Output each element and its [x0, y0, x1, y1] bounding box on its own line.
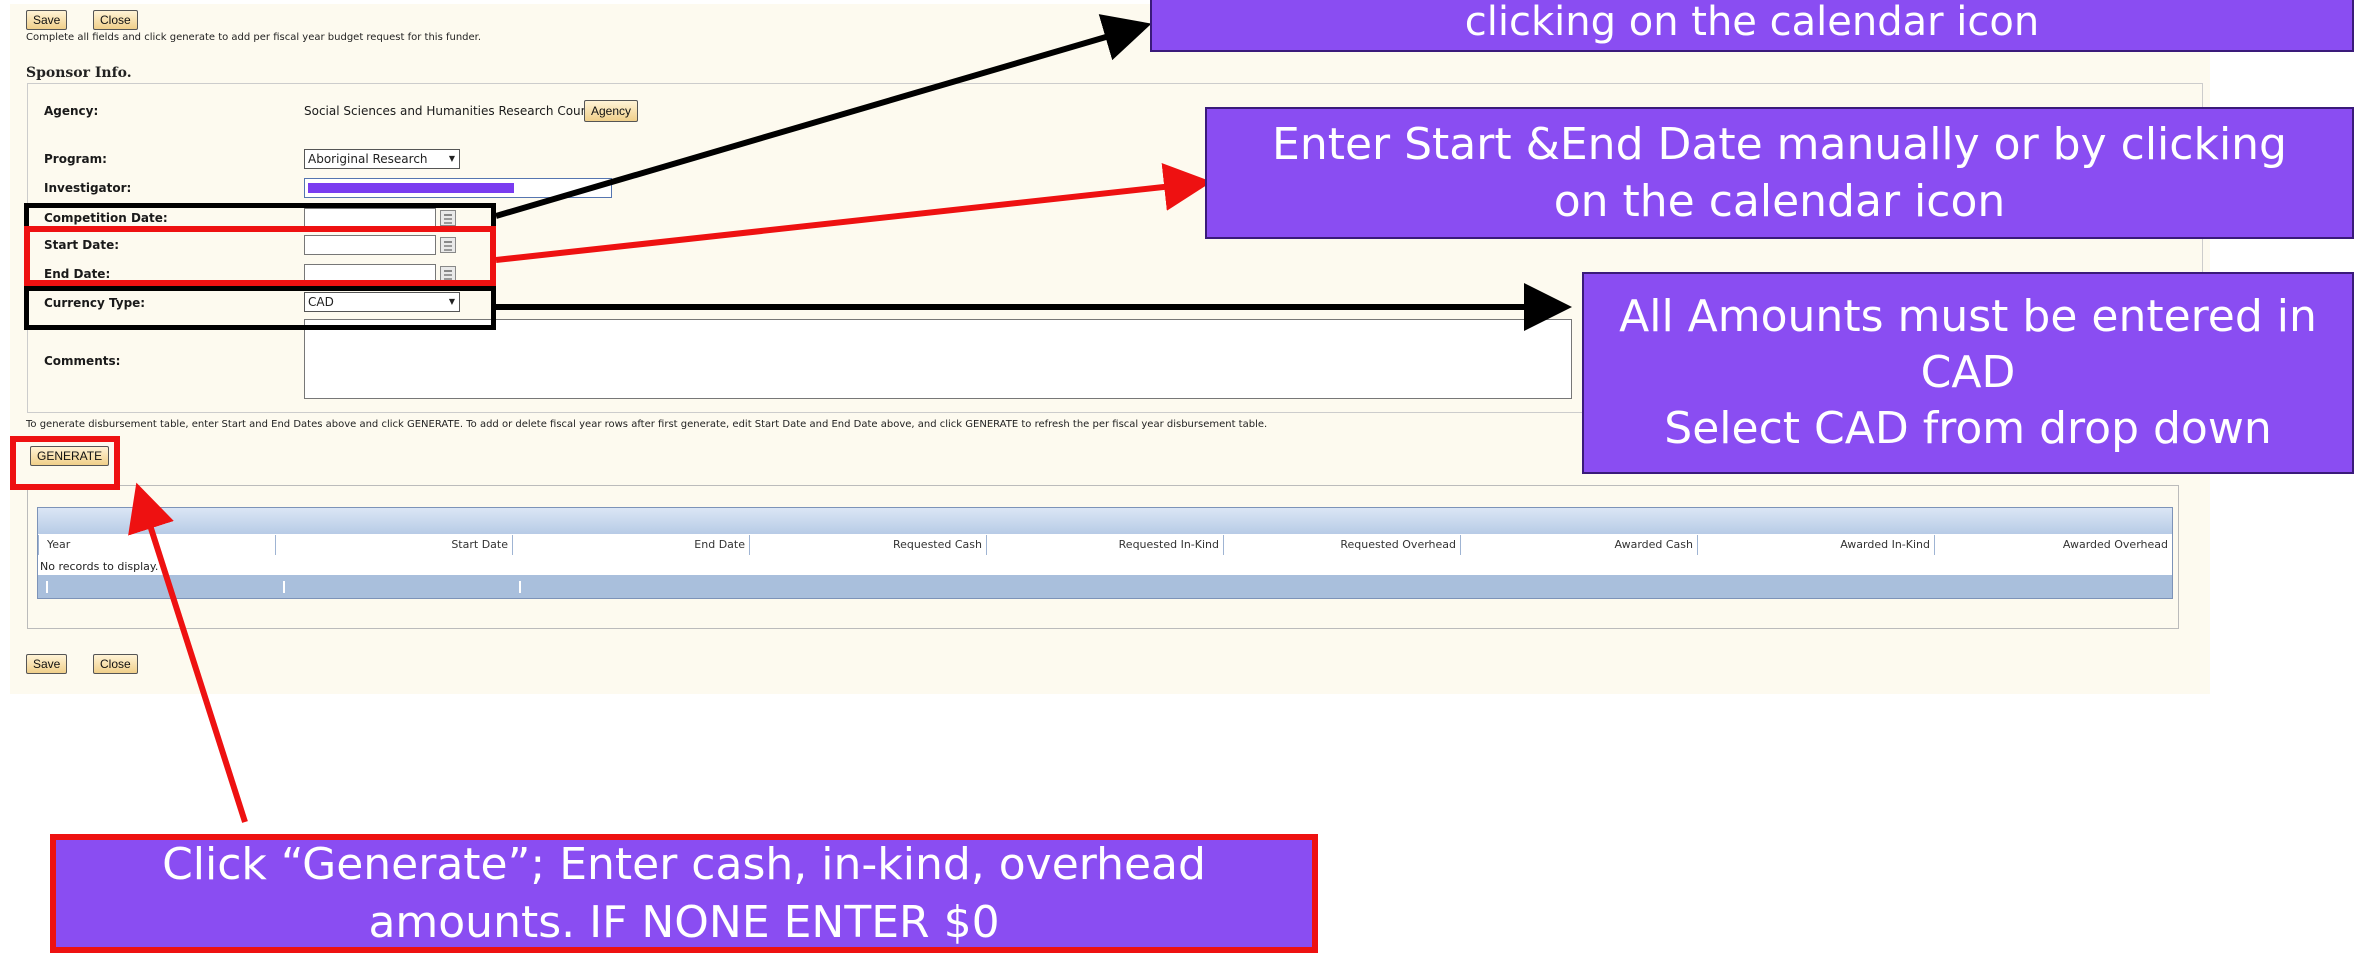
callout-currency-line3: Select CAD from drop down: [1664, 403, 2272, 455]
arrow-to-top-callout: [495, 14, 1152, 219]
callout-currency-line2: CAD: [1920, 346, 2016, 398]
arrow-to-generate: [128, 482, 248, 823]
callout-generate: Click “Generate”; Enter cash, in-kind, o…: [50, 834, 1318, 953]
callout-dates: Enter Start &End Date manually or by cli…: [1205, 107, 2354, 239]
arrow-to-dates-callout: [495, 163, 1212, 263]
callout-currency-line1: All Amounts must be entered in: [1619, 290, 2317, 342]
callout-calendar-top: clicking on the calendar icon: [1150, 0, 2354, 52]
callout-currency: All Amounts must be entered in CAD Selec…: [1582, 272, 2354, 474]
